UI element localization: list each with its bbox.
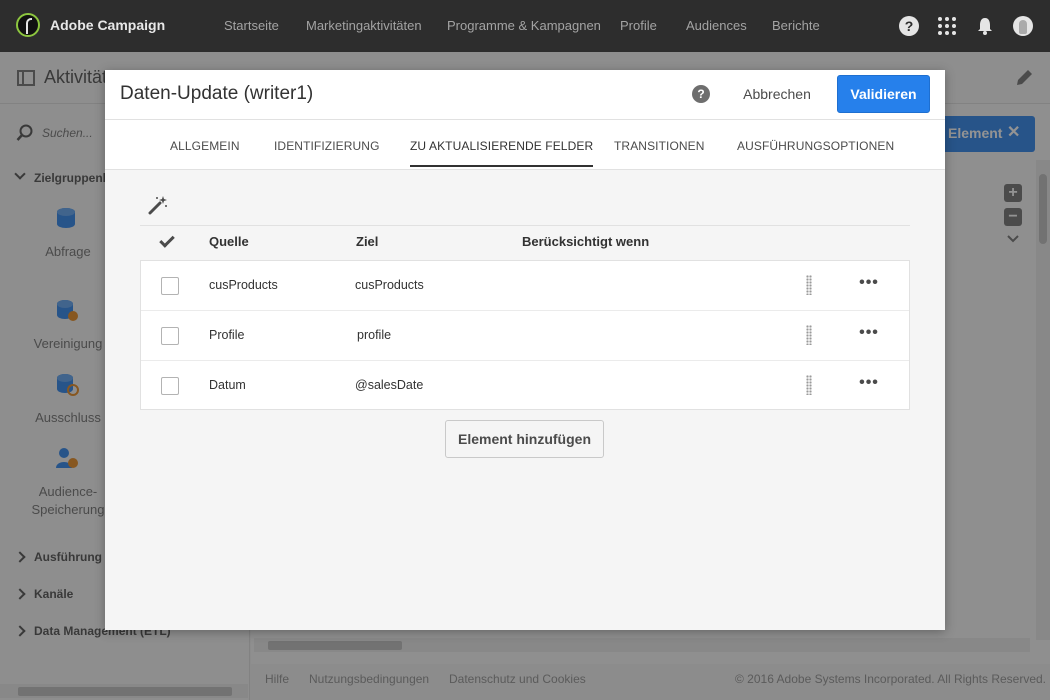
fields-table-body: cusProducts cusProducts ••• Profile prof…	[140, 260, 910, 410]
cancel-button[interactable]: Abbrechen	[731, 78, 823, 110]
nav-item-startseite[interactable]: Startseite	[224, 18, 279, 33]
brand-name[interactable]: Adobe Campaign	[50, 17, 165, 33]
column-header-target[interactable]: Ziel	[356, 234, 378, 249]
top-navigation-bar: Adobe Campaign Startseite Marketingaktiv…	[0, 0, 1050, 52]
more-options-icon[interactable]: •••	[858, 375, 880, 393]
bell-icon[interactable]	[975, 16, 995, 36]
nav-item-programs-campaigns[interactable]: Programme & Kampagnen	[447, 18, 601, 33]
column-header-source[interactable]: Quelle	[209, 234, 249, 249]
table-row[interactable]: Datum @salesDate •••	[141, 361, 909, 411]
cell-target[interactable]: profile	[357, 328, 391, 342]
row-checkbox[interactable]	[161, 327, 179, 345]
table-row[interactable]: cusProducts cusProducts •••	[141, 261, 909, 311]
drag-handle-icon[interactable]	[806, 375, 812, 395]
cell-source[interactable]: cusProducts	[209, 278, 278, 292]
more-options-icon[interactable]: •••	[858, 325, 880, 343]
tab-identification[interactable]: IDENTIFIZIERUNG	[274, 139, 380, 153]
apps-grid-icon[interactable]	[937, 16, 957, 36]
help-icon[interactable]: ?	[692, 85, 710, 103]
dialog-title: Daten-Update (writer1)	[120, 83, 314, 104]
adobe-campaign-logo-icon[interactable]	[16, 13, 40, 37]
tab-execution-options[interactable]: AUSFÜHRUNGSOPTIONEN	[737, 139, 894, 153]
nav-item-audiences[interactable]: Audiences	[686, 18, 747, 33]
dialog-header: Daten-Update (writer1) ? Abbrechen Valid…	[105, 70, 945, 120]
column-header-condition[interactable]: Berücksichtigt wenn	[522, 234, 649, 249]
select-all-checkmark-icon[interactable]	[159, 232, 175, 248]
add-element-button[interactable]: Element hinzufügen	[445, 420, 604, 458]
cell-source[interactable]: Datum	[209, 378, 246, 392]
row-checkbox[interactable]	[161, 277, 179, 295]
tab-transitions[interactable]: TRANSITIONEN	[614, 139, 705, 153]
cell-source[interactable]: Profile	[209, 328, 244, 342]
more-options-icon[interactable]: •••	[858, 275, 880, 293]
tab-general[interactable]: ALLGEMEIN	[170, 139, 240, 153]
tab-fields-to-update[interactable]: ZU AKTUALISIERENDE FELDER	[410, 139, 594, 167]
magic-wand-icon[interactable]	[148, 195, 168, 215]
dialog-tabs: ALLGEMEIN IDENTIFIZIERUNG ZU AKTUALISIER…	[105, 120, 945, 170]
user-avatar-icon[interactable]	[1013, 16, 1033, 36]
drag-handle-icon[interactable]	[806, 275, 812, 295]
drag-handle-icon[interactable]	[806, 325, 812, 345]
nav-item-marketing-activities[interactable]: Marketingaktivitäten	[306, 18, 422, 33]
row-checkbox[interactable]	[161, 377, 179, 395]
nav-item-reports[interactable]: Berichte	[772, 18, 820, 33]
validate-button[interactable]: Validieren	[837, 75, 930, 113]
cell-target[interactable]: cusProducts	[355, 278, 424, 292]
data-update-dialog: Daten-Update (writer1) ? Abbrechen Valid…	[105, 70, 945, 630]
help-icon[interactable]: ?	[899, 16, 919, 36]
table-row[interactable]: Profile profile •••	[141, 311, 909, 361]
nav-item-profiles[interactable]: Profile	[620, 18, 657, 33]
cell-target[interactable]: @salesDate	[355, 378, 423, 392]
fields-table-header: Quelle Ziel Berücksichtigt wenn	[140, 225, 910, 259]
